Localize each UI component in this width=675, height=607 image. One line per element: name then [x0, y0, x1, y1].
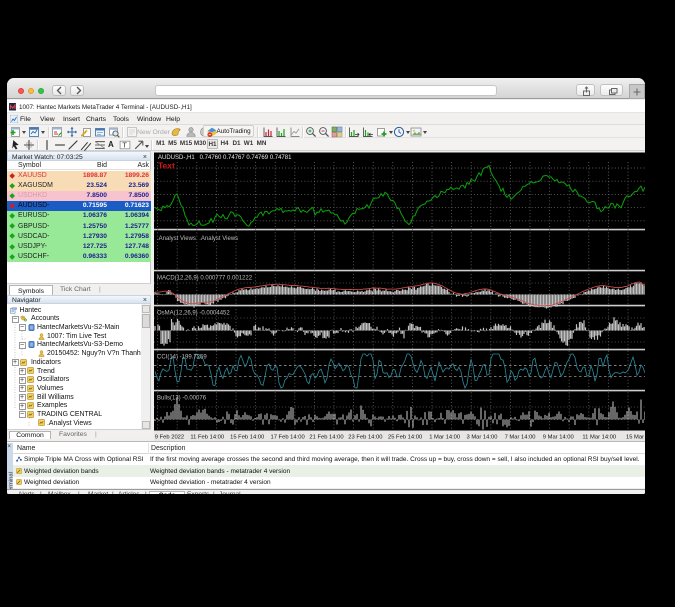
- svg-text:11 Feb 14:00: 11 Feb 14:00: [190, 434, 224, 440]
- svg-text:.Analyst Views .Analyst Views: .Analyst Views .Analyst Views: [157, 236, 238, 242]
- svg-text:21 Feb 14:00: 21 Feb 14:00: [309, 434, 343, 440]
- svg-text:9 Mar 14:00: 9 Mar 14:00: [543, 434, 574, 440]
- svg-text:3 Mar 14:00: 3 Mar 14:00: [467, 434, 498, 440]
- svg-text:1 Mar 14:00: 1 Mar 14:00: [429, 434, 460, 440]
- svg-text:9 Feb 2022: 9 Feb 2022: [155, 434, 184, 440]
- svg-text:AUDUSD-,H1 0.74760 0.74767 0: AUDUSD-,H1 0.74760 0.74767 0.74769 0.747…: [158, 155, 292, 161]
- svg-text:15 Feb 14:00: 15 Feb 14:00: [230, 434, 264, 440]
- svg-text:CCI(14) -199.7259: CCI(14) -199.7259: [157, 355, 207, 361]
- svg-text:Bulls(13) -0.00076: Bulls(13) -0.00076: [157, 396, 207, 402]
- svg-text:25 Feb 14:00: 25 Feb 14:00: [388, 434, 422, 440]
- svg-text:11 Mar 14:00: 11 Mar 14:00: [582, 434, 616, 440]
- svg-text:T: T: [122, 140, 127, 149]
- svg-text:OsMA(12,26,9) -0.0004452: OsMA(12,26,9) -0.0004452: [157, 311, 230, 317]
- svg-text:MACD(12,26,9) 0.000777 0.00122: MACD(12,26,9) 0.000777 0.001222: [157, 276, 253, 282]
- svg-text:15 Mar 14:00: 15 Mar 14:00: [626, 434, 645, 440]
- svg-text:17 Feb 14:00: 17 Feb 14:00: [271, 434, 305, 440]
- svg-text:7 Mar 14:00: 7 Mar 14:00: [505, 434, 536, 440]
- svg-text:23 Feb 14:00: 23 Feb 14:00: [348, 434, 382, 440]
- svg-text:Text: Text: [158, 161, 175, 171]
